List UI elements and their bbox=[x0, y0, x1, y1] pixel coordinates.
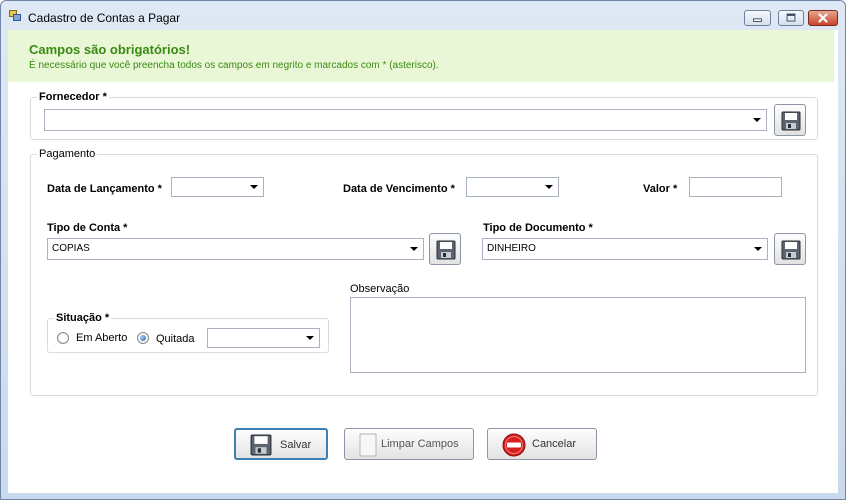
save-disk-icon bbox=[781, 240, 801, 260]
observacao-label: Observação bbox=[350, 283, 410, 295]
data-lancamento-label: Data de Lançamento * bbox=[47, 183, 162, 195]
clear-fields-button-label: Limpar Campos bbox=[381, 438, 459, 450]
no-entry-icon bbox=[502, 433, 526, 457]
blank-page-icon bbox=[359, 433, 377, 457]
app-form-icon bbox=[9, 10, 21, 21]
pagamento-label: Pagamento bbox=[37, 148, 98, 160]
quitada-label[interactable]: Quitada bbox=[156, 333, 195, 345]
chevron-down-icon bbox=[410, 247, 418, 251]
cancel-button-label: Cancelar bbox=[532, 438, 577, 450]
close-icon bbox=[818, 13, 828, 23]
em-aberto-radio[interactable] bbox=[57, 332, 69, 344]
valor-input[interactable] bbox=[689, 177, 782, 197]
tipo-documento-save-button[interactable] bbox=[774, 233, 806, 265]
situacao-group: Situação * Em Aberto Quitada bbox=[47, 312, 329, 353]
minimize-button[interactable] bbox=[744, 10, 771, 26]
minimize-icon bbox=[753, 18, 762, 22]
tipo-conta-value: COPIAS bbox=[52, 243, 90, 254]
tipo-documento-value: DINHEIRO bbox=[487, 243, 536, 254]
save-disk-icon bbox=[250, 434, 272, 456]
situacao-label: Situação * bbox=[54, 312, 112, 324]
data-lancamento-picker[interactable] bbox=[171, 177, 264, 197]
app-window: Cadastro de Contas a Pagar Campos são ob… bbox=[0, 0, 846, 500]
maximize-icon bbox=[786, 13, 796, 22]
fornecedor-save-button[interactable] bbox=[774, 104, 806, 136]
data-vencimento-picker[interactable] bbox=[466, 177, 559, 197]
valor-label: Valor * bbox=[643, 183, 678, 195]
title-bar: Cadastro de Contas a Pagar bbox=[1, 1, 845, 29]
save-disk-icon bbox=[436, 240, 456, 260]
chevron-down-icon bbox=[306, 336, 314, 340]
save-disk-icon bbox=[781, 111, 801, 131]
chevron-down-icon bbox=[250, 185, 258, 189]
maximize-button[interactable] bbox=[778, 10, 804, 26]
clear-fields-button[interactable]: Limpar Campos bbox=[344, 428, 474, 460]
quitacao-date-picker[interactable] bbox=[207, 328, 320, 348]
tipo-documento-label: Tipo de Documento * bbox=[483, 222, 593, 234]
em-aberto-label[interactable]: Em Aberto bbox=[76, 332, 127, 344]
tipo-conta-select[interactable]: COPIAS bbox=[47, 238, 424, 260]
chevron-down-icon bbox=[545, 185, 553, 189]
form-body: Campos são obrigatórios! É necessário qu… bbox=[8, 30, 838, 493]
pagamento-group: Pagamento Data de Lançamento * Data de V… bbox=[30, 148, 818, 396]
banner-title: Campos são obrigatórios! bbox=[29, 42, 191, 57]
fornecedor-group: Fornecedor * bbox=[30, 91, 818, 140]
required-fields-banner: Campos são obrigatórios! É necessário qu… bbox=[8, 30, 834, 82]
chevron-down-icon bbox=[753, 118, 761, 122]
banner-text: É necessário que você preencha todos os … bbox=[29, 60, 439, 71]
fornecedor-select[interactable] bbox=[44, 109, 767, 131]
cancel-button[interactable]: Cancelar bbox=[487, 428, 597, 460]
quitada-radio[interactable] bbox=[137, 332, 149, 344]
observacao-textarea[interactable] bbox=[350, 297, 806, 373]
tipo-conta-save-button[interactable] bbox=[429, 233, 461, 265]
chevron-down-icon bbox=[754, 247, 762, 251]
save-button[interactable]: Salvar bbox=[234, 428, 328, 460]
tipo-documento-select[interactable]: DINHEIRO bbox=[482, 238, 768, 260]
data-vencimento-label: Data de Vencimento * bbox=[343, 183, 455, 195]
window-title: Cadastro de Contas a Pagar bbox=[28, 11, 181, 25]
save-button-label: Salvar bbox=[280, 439, 312, 451]
tipo-conta-label: Tipo de Conta * bbox=[47, 222, 128, 234]
fornecedor-label: Fornecedor * bbox=[37, 91, 109, 103]
close-button[interactable] bbox=[808, 10, 838, 26]
